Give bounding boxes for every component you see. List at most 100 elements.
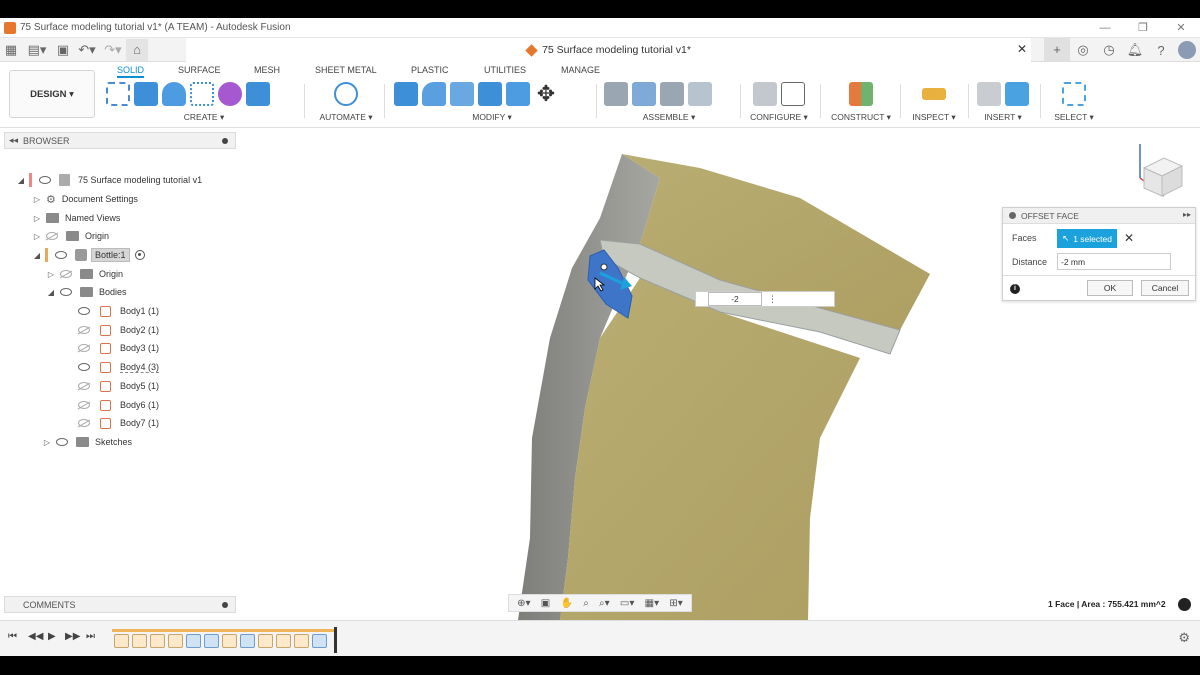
file-menu-icon[interactable]: ▤▾ xyxy=(22,39,52,61)
measure-icon[interactable] xyxy=(922,88,946,100)
timeline-feature[interactable] xyxy=(204,634,219,648)
data-panel-grid-icon[interactable]: ▦ xyxy=(0,39,22,61)
extrude-icon[interactable] xyxy=(134,82,158,106)
home-icon[interactable]: ⌂ xyxy=(126,38,148,61)
canvas-distance-value[interactable]: -2 xyxy=(708,292,762,306)
comments-panel[interactable]: COMMENTS xyxy=(4,596,236,613)
expand-dialog-icon[interactable]: ▸▸ xyxy=(1183,210,1191,219)
timeline-feature[interactable] xyxy=(150,634,165,648)
orbit-icon[interactable]: ⊕▾ xyxy=(517,598,530,609)
step-back-icon[interactable]: ◀◀ xyxy=(28,631,43,642)
tree-item-body5[interactable]: Body5 (1) xyxy=(74,377,159,395)
ok-button[interactable]: OK xyxy=(1087,280,1133,296)
redo-icon[interactable]: ↷▾ xyxy=(100,39,126,61)
visibility-icon[interactable] xyxy=(78,363,90,371)
revolve-icon[interactable] xyxy=(162,82,186,106)
joint-icon[interactable] xyxy=(632,82,656,106)
combine-icon[interactable] xyxy=(506,82,530,106)
construct-group-label[interactable]: CONSTRUCT ▾ xyxy=(826,112,896,123)
undo-icon[interactable]: ↶▾ xyxy=(74,39,100,61)
select-window-icon[interactable] xyxy=(1062,82,1086,106)
fit-icon[interactable]: ⌕▾ xyxy=(599,598,610,609)
assemble-group-label[interactable]: ASSEMBLE ▾ xyxy=(604,112,734,123)
timeline-feature[interactable] xyxy=(312,634,327,648)
expand-arrow-icon[interactable]: ◢ xyxy=(16,176,26,185)
viewports-icon[interactable]: ⊞▾ xyxy=(669,598,682,609)
timeline-feature[interactable] xyxy=(168,634,183,648)
tree-root[interactable]: ◢ 75 Surface modeling tutorial v1 xyxy=(16,171,202,189)
options-kebab-icon[interactable]: ⋮ xyxy=(768,294,777,305)
view-cube[interactable] xyxy=(1130,138,1190,202)
inspect-group-label[interactable]: INSPECT ▾ xyxy=(906,112,962,123)
visibility-off-icon[interactable] xyxy=(78,419,90,427)
expand-arrow-icon[interactable]: ◢ xyxy=(32,251,42,260)
pan-icon[interactable]: ✋ xyxy=(560,598,572,609)
insert-group-label[interactable]: INSERT ▾ xyxy=(972,112,1034,123)
visibility-off-icon[interactable] xyxy=(78,382,90,390)
create-group-label[interactable]: CREATE ▾ xyxy=(106,112,302,123)
tree-item-origin-bottle[interactable]: ▷ Origin xyxy=(46,265,123,283)
tab-manage[interactable]: MANAGE xyxy=(561,65,600,75)
extensions-icon[interactable]: ◎ xyxy=(1070,42,1096,58)
as-built-joint-icon[interactable] xyxy=(660,82,684,106)
timeline-feature[interactable] xyxy=(186,634,201,648)
automate-group-label[interactable]: AUTOMATE ▾ xyxy=(312,112,380,123)
expand-arrow-icon[interactable]: ▷ xyxy=(32,214,42,223)
select-group-label[interactable]: SELECT ▾ xyxy=(1046,112,1102,123)
chamfer-icon[interactable] xyxy=(450,82,474,106)
maximize-button[interactable]: ❐ xyxy=(1124,18,1162,38)
expand-arrow-icon[interactable]: ▷ xyxy=(32,232,42,241)
tree-item-named-views[interactable]: ▷ Named Views xyxy=(32,209,120,227)
timeline-settings-icon[interactable]: ⚙ xyxy=(1178,630,1190,646)
visibility-off-icon[interactable] xyxy=(78,344,90,352)
play-icon[interactable]: ▶ xyxy=(48,631,56,642)
tab-mesh[interactable]: MESH xyxy=(254,65,280,75)
expand-arrow-icon[interactable]: ▷ xyxy=(46,270,56,279)
tree-item-body3[interactable]: Body3 (1) xyxy=(74,339,159,357)
look-at-icon[interactable]: ▣ xyxy=(541,598,550,609)
visibility-icon[interactable] xyxy=(78,307,90,315)
tree-item-document-settings[interactable]: ▷ ⚙ Document Settings xyxy=(32,190,138,208)
visibility-off-icon[interactable] xyxy=(78,401,90,409)
cancel-button[interactable]: Cancel xyxy=(1141,280,1189,296)
minimize-button[interactable]: — xyxy=(1086,18,1124,38)
timeline-feature[interactable] xyxy=(258,634,273,648)
job-status-icon[interactable]: ◷ xyxy=(1096,42,1122,58)
shell-icon[interactable] xyxy=(478,82,502,106)
tab-utilities[interactable]: UTILITIES xyxy=(484,65,526,75)
insert-derive-icon[interactable] xyxy=(977,82,1001,106)
close-window-button[interactable]: ✕ xyxy=(1162,18,1200,38)
notifications-icon[interactable]: 🔔︎ xyxy=(1122,42,1148,58)
configure-icon[interactable] xyxy=(781,82,805,106)
zoom-icon[interactable]: ⌕ xyxy=(583,598,589,609)
timeline-feature[interactable] xyxy=(240,634,255,648)
tree-item-body4[interactable]: Body4 (3) xyxy=(74,358,160,376)
visibility-icon[interactable] xyxy=(60,288,72,296)
collapse-panel-icon[interactable]: ◂◂ xyxy=(9,135,18,146)
display-mode-icon[interactable] xyxy=(1178,598,1191,611)
offset-plane-icon[interactable] xyxy=(849,82,873,106)
info-icon[interactable]: i xyxy=(1010,284,1020,294)
distance-input[interactable] xyxy=(1057,253,1171,270)
visibility-icon[interactable] xyxy=(55,251,67,259)
tree-item-body1[interactable]: Body1 (1) xyxy=(74,302,159,320)
grid-settings-icon[interactable]: ▦▾ xyxy=(645,598,659,609)
new-component-icon[interactable] xyxy=(604,82,628,106)
tab-sheet-metal[interactable]: SHEET METAL xyxy=(315,65,377,75)
fillet-icon[interactable] xyxy=(422,82,446,106)
tab-surface[interactable]: SURFACE xyxy=(178,65,221,75)
comments-pin-icon[interactable] xyxy=(222,602,228,608)
tab-plastic[interactable]: PLASTIC xyxy=(411,65,449,75)
browser-header[interactable]: ◂◂ BROWSER xyxy=(4,132,236,149)
insert-canvas-icon[interactable] xyxy=(1005,82,1029,106)
document-tab[interactable]: 75 Surface modeling tutorial v1* ✕ xyxy=(186,38,1031,62)
canvas-distance-input[interactable]: -2 ⋮ xyxy=(695,291,835,307)
go-to-end-icon[interactable]: ⏭ xyxy=(86,631,95,642)
go-to-start-icon[interactable]: ⏮ xyxy=(8,631,17,642)
save-icon[interactable]: ▣ xyxy=(52,39,74,61)
move-copy-icon[interactable]: ✥ xyxy=(534,82,558,106)
tree-item-origin[interactable]: ▷ Origin xyxy=(32,227,109,245)
visibility-off-icon[interactable] xyxy=(78,326,90,334)
workspace-switcher-button[interactable]: DESIGN ▾ xyxy=(9,70,95,118)
tree-item-body2[interactable]: Body2 (1) xyxy=(74,321,159,339)
